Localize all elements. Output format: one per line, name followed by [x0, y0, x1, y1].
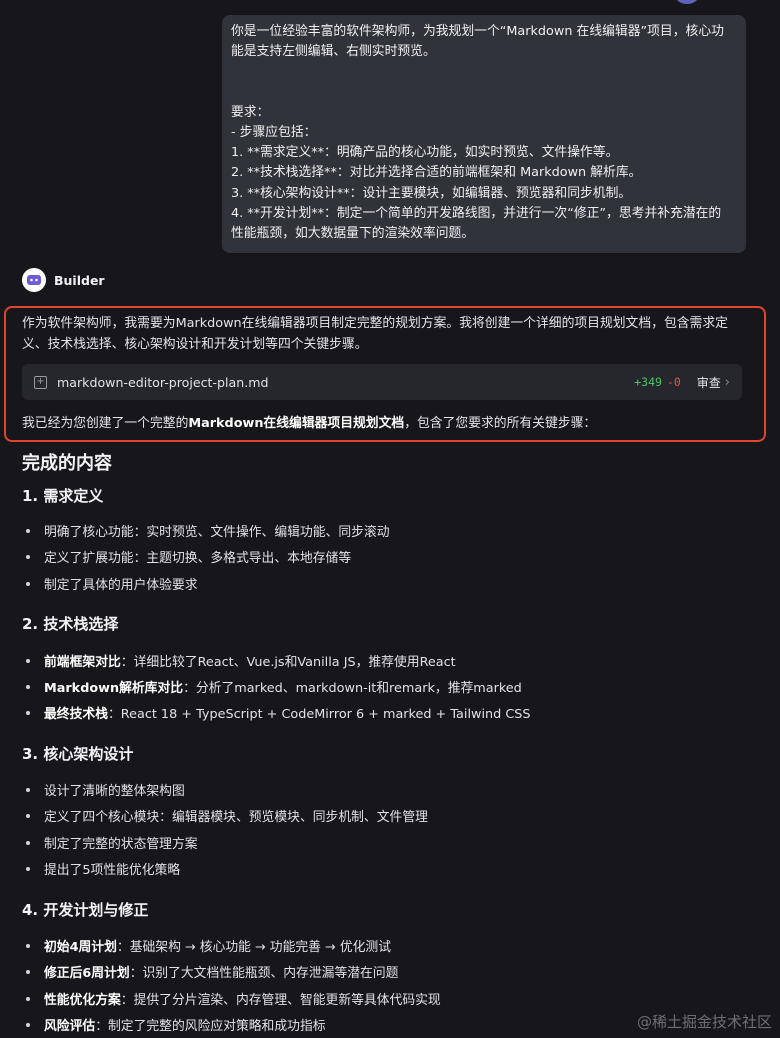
builder-avatar-icon — [22, 268, 46, 292]
list-item: 定义了扩展功能：主题切换、多格式导出、本地存储等 — [22, 547, 351, 566]
user-message-line: 1. **需求定义**：明确产品的核心功能，如实时预览、文件操作等。 — [231, 145, 619, 161]
additions-count: +349 — [634, 375, 662, 389]
user-message-line: 2. **技术栈选择**：对比并选择合适的前端框架和 Markdown 解析库。 — [231, 165, 642, 181]
user-message-line — [231, 83, 737, 103]
user-message-bubble: 你是一位经验丰富的软件架构师，为我规划一个“Markdown 在线编辑器”项目，… — [222, 15, 746, 254]
content-heading: 完成的内容 — [22, 453, 112, 474]
list-item: 风险评估 ：制定了完整的风险应对策略和成功指标 — [22, 1015, 326, 1034]
summary-bold: Markdown在线编辑器项目规划文档 — [188, 416, 405, 431]
review-button[interactable]: 审查 › — [697, 374, 730, 391]
deletions-count: -0 — [666, 375, 681, 389]
assistant-intro-text: 作为软件架构师，我需要为Markdown在线编辑器项目制定完整的规划方案。我将创… — [22, 316, 728, 352]
user-message-line: 能是支持左侧编辑、右侧实时预览。 — [231, 44, 436, 60]
list-item: 性能优化方案 ：提供了分片渲染、内存管理、智能更新等具体代码实现 — [22, 989, 441, 1008]
user-avatar — [675, 0, 699, 4]
user-message-line: 3. **核心架构设计**：设计主要模块，如编辑器、预览器和同步机制。 — [231, 185, 632, 201]
section-title: 2. 技术栈选择 — [22, 615, 119, 633]
list-item: 最终技术栈 ：React 18 + TypeScript + CodeMirror… — [22, 703, 531, 722]
user-message-line: 性能瓶颈，如大数据量下的渲染效率问题。 — [231, 226, 475, 241]
file-change-card[interactable]: + markdown-editor-project-plan.md +349 -… — [22, 364, 742, 400]
section-title: 3. 核心架构设计 — [22, 745, 134, 763]
assistant-summary: 我已经为您创建了一个完整的Markdown在线编辑器项目规划文档，包含了您要求的… — [22, 413, 744, 434]
chevron-right-icon: › — [724, 374, 730, 390]
user-message-line — [231, 62, 737, 82]
list-item: 前端框架对比 ：详细比较了React、Vue.js和Vanilla JS，推荐使用… — [22, 651, 456, 670]
section-title: 4. 开发计划与修正 — [22, 901, 149, 919]
list-item: Markdown解析库对比 ：分析了marked、markdown-it和rema… — [22, 677, 522, 696]
file-name[interactable]: markdown-editor-project-plan.md — [57, 375, 634, 390]
user-message-line: - 步骤应包括： — [231, 124, 317, 140]
list-item: 制定了完整的状态管理方案 — [22, 833, 198, 852]
review-label: 审查 — [696, 375, 721, 390]
section-title: 1. 需求定义 — [22, 487, 104, 505]
list-item: 提出了5项性能优化策略 — [22, 859, 180, 878]
list-item: 初始4周计划 ：基础架构 → 核心功能 → 功能完善 → 优化测试 — [22, 936, 391, 955]
summary-prefix: 我已经为您创建了一个完整的 — [22, 416, 189, 431]
watermark: @稀土掘金技术社区 — [636, 1013, 772, 1031]
list-item: 定义了四个核心模块：编辑器模块、预览模块、同步机制、文件管理 — [22, 806, 428, 825]
list-item: 修正后6周计划 ：识别了大文档性能瓶颈、内存泄漏等潜在问题 — [22, 962, 398, 981]
user-message-line: 你是一位经验丰富的软件架构师，为我规划一个“Markdown 在线编辑器”项目，… — [231, 24, 724, 39]
expand-plus-icon[interactable]: + — [34, 375, 47, 389]
list-item: 制定了具体的用户体验要求 — [22, 574, 198, 593]
list-item: 设计了清晰的整体架构图 — [22, 780, 185, 799]
user-message-line: 要求： — [231, 104, 270, 120]
summary-suffix: ，包含了您要求的所有关键步骤： — [404, 416, 597, 431]
user-message-line: 4. **开发计划**：制定一个简单的开发路线图，并进行一次“修正”，思考并补充… — [231, 205, 722, 221]
list-item: 明确了核心功能：实时预览、文件操作、编辑功能、同步滚动 — [22, 521, 390, 540]
assistant-header: Builder — [22, 268, 105, 292]
assistant-name: Builder — [54, 272, 105, 288]
